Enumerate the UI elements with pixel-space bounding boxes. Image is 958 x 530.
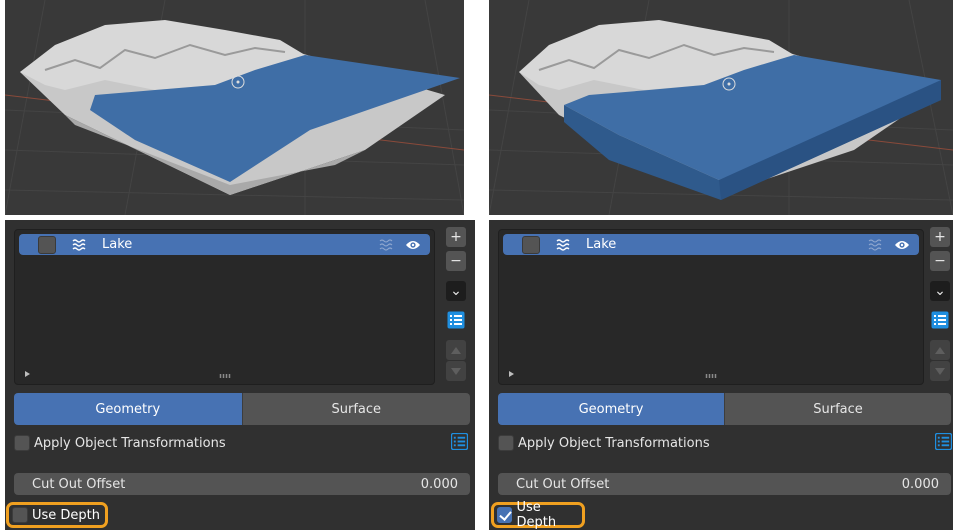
water-properties-panel-left: Lake + − ⌄ Geometry Surface Apply Object…: [5, 220, 475, 530]
use-depth-checkbox[interactable]: [12, 507, 28, 523]
apply-transformations-row[interactable]: Apply Object Transformations: [14, 434, 226, 452]
add-button[interactable]: +: [446, 227, 466, 247]
water-icon: [556, 238, 572, 252]
use-depth-checkbox[interactable]: [497, 507, 513, 523]
cut-out-offset-label: Cut Out Offset: [32, 476, 126, 492]
move-up-button[interactable]: [930, 340, 950, 360]
dropdown-button[interactable]: ⌄: [930, 281, 950, 301]
cut-out-offset-value: 0.000: [420, 476, 458, 492]
tab-geometry[interactable]: Geometry: [14, 393, 242, 425]
cut-out-offset-label: Cut Out Offset: [516, 476, 610, 492]
list-item[interactable]: Lake: [503, 234, 919, 255]
list-icon[interactable]: [930, 310, 950, 330]
cut-out-offset-field[interactable]: Cut Out Offset 0.000: [498, 473, 951, 495]
expand-triangle-icon[interactable]: [509, 371, 514, 377]
cut-out-offset-field[interactable]: Cut Out Offset 0.000: [14, 473, 470, 495]
apply-transformations-checkbox[interactable]: [498, 435, 514, 451]
water-icon: [72, 238, 88, 252]
move-up-button[interactable]: [446, 340, 466, 360]
cut-out-offset-value: 0.000: [901, 476, 939, 492]
viewport-3d-left[interactable]: [5, 0, 464, 215]
section-tabs: Geometry Surface: [498, 393, 951, 425]
list-item[interactable]: Lake: [19, 234, 430, 255]
move-down-button[interactable]: [930, 361, 950, 381]
use-depth-row[interactable]: Use Depth: [491, 500, 585, 530]
apply-transformations-row[interactable]: Apply Object Transformations: [498, 434, 710, 452]
apply-transformations-checkbox[interactable]: [14, 435, 30, 451]
section-tabs: Geometry Surface: [14, 393, 470, 425]
item-checkbox[interactable]: [522, 235, 540, 254]
scene-render-left: [5, 0, 464, 215]
use-depth-label: Use Depth: [32, 507, 101, 523]
apply-transformations-label: Apply Object Transformations: [34, 435, 226, 451]
water-toggle-icon[interactable]: [868, 238, 884, 252]
eye-icon[interactable]: [894, 239, 910, 251]
add-button[interactable]: +: [930, 227, 950, 247]
water-properties-panel-right: Lake + − ⌄ Geometry Surface Apply Object…: [489, 220, 953, 530]
water-toggle-icon[interactable]: [379, 238, 395, 252]
move-down-button[interactable]: [446, 361, 466, 381]
list-icon[interactable]: [446, 310, 466, 330]
use-depth-row[interactable]: Use Depth: [6, 502, 108, 528]
resize-grip[interactable]: [705, 374, 717, 378]
list-item-label: Lake: [102, 237, 133, 252]
apply-transformations-label: Apply Object Transformations: [518, 435, 710, 451]
water-list[interactable]: Lake: [498, 229, 924, 385]
water-list[interactable]: Lake: [14, 229, 435, 385]
list-item-label: Lake: [586, 237, 617, 252]
viewport-3d-right[interactable]: [489, 0, 953, 215]
scene-render-right: [489, 0, 953, 215]
list-icon[interactable]: [934, 432, 953, 451]
tab-surface[interactable]: Surface: [724, 393, 951, 425]
expand-triangle-icon[interactable]: [25, 371, 30, 377]
item-checkbox[interactable]: [38, 235, 56, 254]
dropdown-button[interactable]: ⌄: [446, 281, 466, 301]
tab-geometry[interactable]: Geometry: [498, 393, 724, 425]
remove-button[interactable]: −: [446, 251, 466, 271]
remove-button[interactable]: −: [930, 251, 950, 271]
tab-surface[interactable]: Surface: [241, 393, 470, 425]
list-icon[interactable]: [450, 432, 469, 451]
resize-grip[interactable]: [218, 374, 231, 378]
use-depth-label: Use Depth: [516, 500, 557, 530]
eye-icon[interactable]: [405, 239, 421, 251]
